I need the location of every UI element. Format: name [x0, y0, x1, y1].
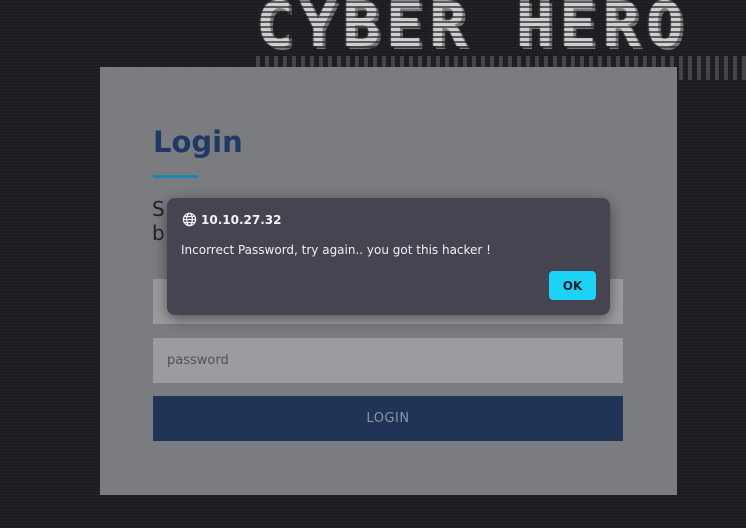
title-underline — [153, 175, 198, 178]
login-button[interactable]: LOGIN — [153, 396, 623, 441]
alert-dialog: 10.10.27.32 Incorrect Password, try agai… — [167, 198, 610, 315]
dialog-origin: 10.10.27.32 — [182, 212, 281, 227]
ok-button[interactable]: OK — [549, 271, 596, 300]
dialog-message: Incorrect Password, try again.. you got … — [181, 243, 491, 257]
globe-icon — [182, 212, 197, 227]
dialog-origin-text: 10.10.27.32 — [201, 212, 282, 227]
banner-text: CYBER HERO — [256, 0, 690, 61]
login-title: Login — [153, 125, 243, 159]
password-field[interactable] — [153, 338, 623, 383]
